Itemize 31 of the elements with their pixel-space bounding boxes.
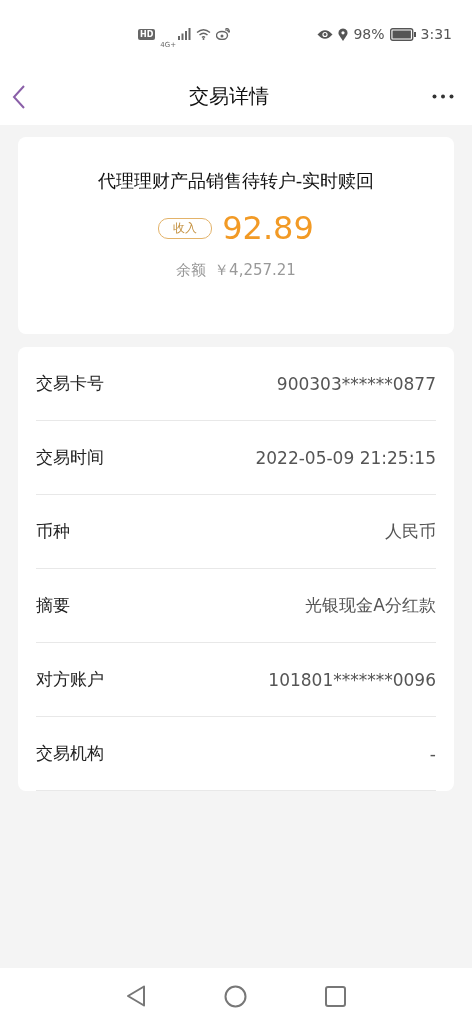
detail-value: 2022-05-09 21:25:15 bbox=[255, 447, 436, 468]
amount-text: 92.89 bbox=[222, 209, 314, 247]
income-tag: 收入 bbox=[158, 217, 213, 239]
back-icon[interactable] bbox=[12, 84, 26, 109]
balance-label: 余额 bbox=[176, 261, 207, 280]
more-icon[interactable] bbox=[432, 94, 454, 99]
detail-label: 交易机构 bbox=[36, 742, 104, 765]
page-title: 交易详情 bbox=[189, 83, 269, 110]
battery-icon bbox=[389, 27, 416, 41]
balance-value: ￥4,257.21 bbox=[214, 261, 296, 280]
battery-percent: 98% bbox=[353, 26, 385, 42]
detail-value: - bbox=[429, 743, 436, 764]
detail-label: 交易时间 bbox=[36, 446, 104, 469]
detail-value: 900303******0877 bbox=[276, 373, 436, 394]
recent-apps-icon[interactable] bbox=[325, 985, 346, 1007]
detail-label: 币种 bbox=[36, 520, 70, 543]
detail-value: 101801*******0096 bbox=[268, 669, 436, 690]
signal-icon bbox=[178, 28, 192, 40]
transaction-description: 代理理财产品销售待转户-实时赎回 bbox=[97, 169, 375, 193]
detail-value: 人民币 bbox=[385, 520, 436, 543]
home-nav-icon[interactable] bbox=[224, 984, 247, 1008]
location-icon bbox=[338, 27, 349, 41]
detail-label: 交易卡号 bbox=[36, 372, 104, 395]
wifi-icon bbox=[196, 28, 212, 40]
hd-badge: HD bbox=[138, 28, 156, 40]
detail-label: 对方账户 bbox=[36, 668, 104, 691]
eye-icon bbox=[317, 28, 334, 40]
back-nav-icon[interactable] bbox=[126, 985, 146, 1007]
detail-label: 摘要 bbox=[36, 594, 70, 617]
clock-time: 3:31 bbox=[420, 26, 452, 42]
detail-value: 光银现金A分红款 bbox=[305, 594, 436, 617]
